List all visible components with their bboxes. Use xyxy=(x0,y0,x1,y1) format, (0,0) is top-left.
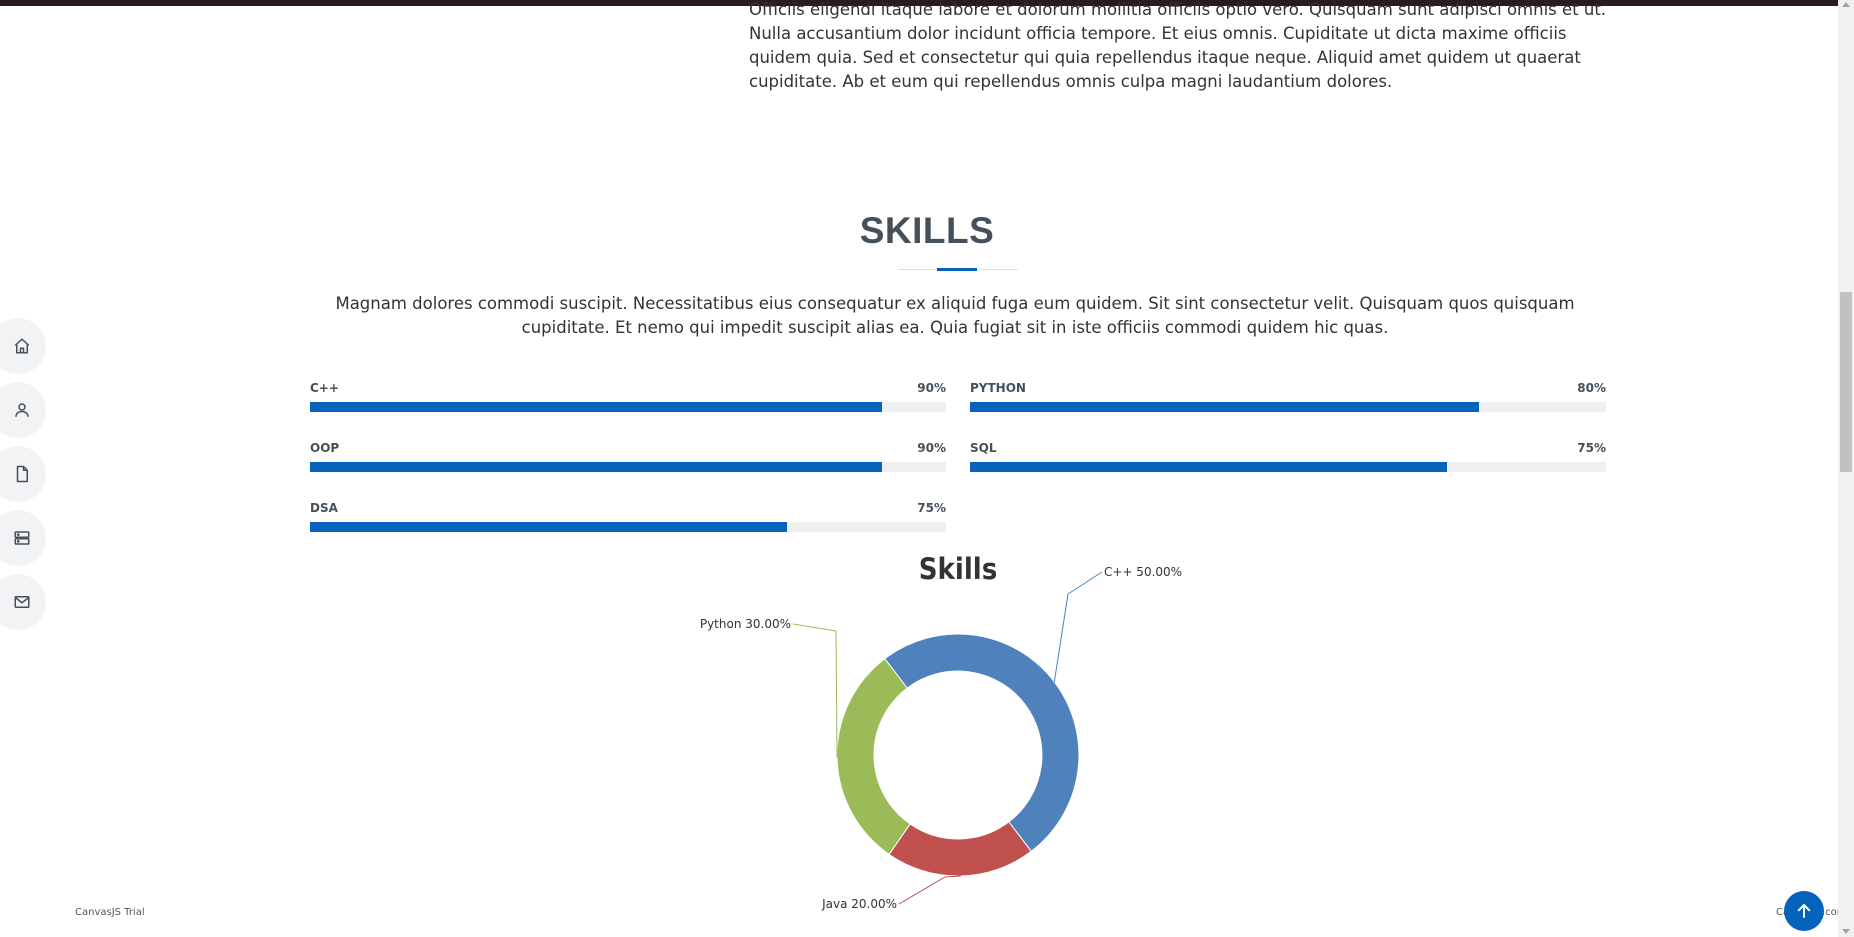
chart-slices xyxy=(836,633,1080,877)
page-scrollbar[interactable] xyxy=(1838,0,1854,937)
chart-slice-c[interactable] xyxy=(884,633,1080,853)
progress-fill xyxy=(970,402,1479,412)
progress-track xyxy=(310,462,946,472)
progress-fill xyxy=(310,522,787,532)
scroll-down-arrow-icon[interactable] xyxy=(1842,929,1850,934)
chart-slice-python[interactable] xyxy=(836,657,911,856)
skill-value: 80% xyxy=(1577,381,1606,395)
skill-name: SQL xyxy=(970,441,997,455)
progress-track xyxy=(970,462,1606,472)
chart-slice-label: C++ 50.00% xyxy=(1104,565,1182,579)
scroll-up-arrow-icon[interactable] xyxy=(1842,2,1850,7)
skills-doughnut-chart: Skills C++ 50.00% Java 20.00% Python 30.00… xyxy=(700,552,1182,911)
skill-name: PYTHON xyxy=(970,381,1026,395)
skills-description: Magnam dolores commodi suscipit. Necessi… xyxy=(335,294,1575,337)
home-icon xyxy=(14,338,30,354)
person-icon xyxy=(15,403,29,417)
skill-name: OOP xyxy=(310,441,340,455)
progress-fill xyxy=(310,402,883,412)
skill-value: 75% xyxy=(1577,441,1606,455)
about-paragraph: Officiis eligendi itaque labore et dolor… xyxy=(749,0,1607,91)
skills-chart: Skills C++ 50.00% Java 20.00% Python 30.00… xyxy=(0,540,1854,937)
nav-home-button[interactable] xyxy=(0,318,46,374)
chart-slice-label: Python 30.00% xyxy=(700,617,791,631)
chart-label-connector xyxy=(1053,571,1103,682)
arrow-up-icon xyxy=(1797,904,1811,918)
nav-about-button[interactable] xyxy=(0,382,46,438)
file-icon xyxy=(16,465,28,483)
chart-label-connector xyxy=(898,875,961,905)
nav-resume-button[interactable] xyxy=(0,446,46,502)
skill-name: C++ xyxy=(310,381,339,395)
chart-title: Skills xyxy=(919,552,997,586)
skill-item-sql: SQL 75% xyxy=(970,441,1606,481)
skill-value: 90% xyxy=(917,381,946,395)
chart-slice-java[interactable] xyxy=(888,821,1032,877)
skill-item-oop: OOP 90% xyxy=(310,441,946,481)
chart-slice-label: Java 20.00% xyxy=(821,897,897,911)
skill-value: 90% xyxy=(917,441,946,455)
skill-item-dsa: DSA 75% xyxy=(310,501,946,541)
scroll-thumb[interactable] xyxy=(1840,292,1852,472)
title-underline-accent xyxy=(937,268,977,271)
back-to-top-button[interactable] xyxy=(1784,891,1824,931)
progress-track xyxy=(310,522,946,532)
progress-fill xyxy=(970,462,1447,472)
skill-item-cpp: C++ 90% xyxy=(310,381,946,421)
skill-item-python: PYTHON 80% xyxy=(970,381,1606,421)
skills-section-title: SKILLS xyxy=(859,210,995,251)
progress-track xyxy=(310,402,946,412)
chart-label-connector xyxy=(792,623,838,758)
skill-name: DSA xyxy=(310,501,338,515)
progress-fill xyxy=(310,462,883,472)
canvasjs-trial-watermark: CanvasJS Trial xyxy=(75,907,145,918)
skill-value: 75% xyxy=(917,501,946,515)
progress-track xyxy=(970,402,1606,412)
